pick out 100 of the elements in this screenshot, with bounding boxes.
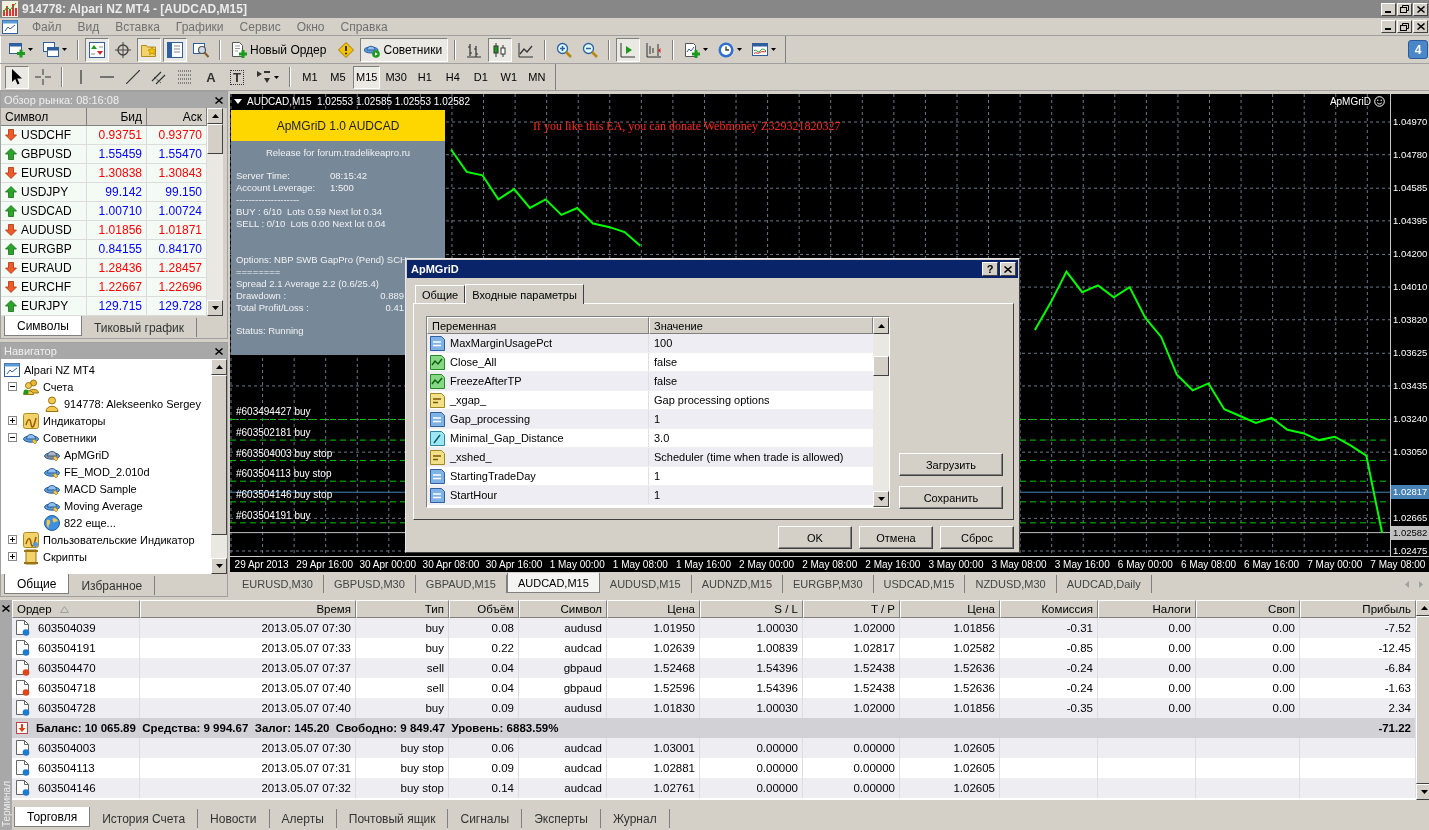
axis-label: 7 May 00:00 bbox=[1307, 558, 1363, 571]
table-cell: 0.06 bbox=[449, 738, 519, 758]
info-text: -------------------- bbox=[236, 194, 300, 206]
panel-title: Терминал bbox=[0, 780, 12, 827]
table-cell: 1.52438 bbox=[803, 658, 900, 678]
table-cell: -0.24 bbox=[1000, 658, 1098, 678]
table-cell: 0.14 bbox=[449, 778, 519, 798]
order-label: #603502181 buy bbox=[236, 427, 311, 440]
donation-notice: If you like this EA, you can donate Webmoney Z329321820327 bbox=[533, 119, 841, 134]
axis-label: 29 Apr 2013 bbox=[234, 558, 289, 571]
info-text: Release for forum.tradelikeapro.ru bbox=[265, 147, 411, 159]
axis-label: 1 May 16:00 bbox=[675, 558, 731, 571]
axis-label: 1.04200 bbox=[1393, 248, 1428, 261]
table-cell: gbpaud bbox=[519, 658, 607, 678]
table-cell: 603504039 bbox=[38, 622, 96, 634]
axis-label: 2 May 08:00 bbox=[802, 558, 858, 571]
parameter-name: Minimal_Gap_Distance bbox=[450, 432, 564, 444]
table-cell: 0.00000 bbox=[803, 738, 900, 758]
bid-price: 129.715 bbox=[87, 297, 147, 315]
order-label: #603504003 buy stop bbox=[236, 447, 333, 460]
table-cell: -0.31 bbox=[1000, 618, 1098, 638]
parameter-name: StartingTradeDay bbox=[450, 470, 536, 482]
bid-price: 0.93751 bbox=[87, 126, 147, 144]
table-cell: 0.04 bbox=[449, 658, 519, 678]
table-cell: buy stop bbox=[356, 778, 449, 798]
axis-label: 6 May 16:00 bbox=[1244, 558, 1300, 571]
table-cell: 1.01950 bbox=[607, 618, 700, 638]
table-cell: 603504191 bbox=[38, 642, 96, 654]
table-cell: 0.00 bbox=[1196, 658, 1300, 678]
table-cell: 0.00 bbox=[1098, 618, 1196, 638]
table-cell: sell bbox=[356, 658, 449, 678]
info-text: SELL : 0/10 Lots 0.00 Next lot 0.04 bbox=[236, 218, 386, 230]
axis-label: 1.04395 bbox=[1393, 214, 1428, 227]
table-cell: 603504718 bbox=[38, 682, 96, 694]
table-cell: audcad bbox=[519, 738, 607, 758]
info-title: ApMGriD 1.0 AUDCAD bbox=[231, 110, 445, 141]
axis-label: 3 May 00:00 bbox=[928, 558, 984, 571]
bid-price: 1.55459 bbox=[87, 145, 147, 163]
account-summary: Баланс: 10 065.89 Средства: 9 994.67 Залог: 145.20 Свободно: 9 849.47 Уровень: 6883.59% bbox=[36, 722, 559, 734]
table-cell: 603504146 bbox=[38, 782, 96, 794]
bid-price: 0.84155 bbox=[87, 240, 147, 258]
table-cell: 1.54396 bbox=[700, 658, 803, 678]
table-cell: 2013.05.07 07:30 bbox=[140, 618, 356, 638]
axis-label: 1.03050 bbox=[1393, 446, 1428, 459]
axis-label: 7 May 08:00 bbox=[1370, 558, 1426, 571]
parameter-name: Close_All bbox=[450, 356, 497, 368]
table-cell: 2013.05.07 07:32 bbox=[140, 778, 356, 798]
table-cell: 603504003 bbox=[38, 742, 96, 754]
axis-label: 1 May 08:00 bbox=[612, 558, 668, 571]
bid-price: 1.30838 bbox=[87, 164, 147, 182]
table-cell: 603504728 bbox=[38, 702, 96, 714]
order-label: #603504191 buy bbox=[236, 509, 311, 522]
table-cell: 1.02761 bbox=[607, 778, 700, 798]
dialog-title: ApMGriD bbox=[411, 263, 460, 275]
table-cell: 1.03001 bbox=[607, 738, 700, 758]
chart-header: AUDCAD,M15 1.02553 1.02585 1.02553 1.02582 bbox=[247, 96, 470, 107]
info-label: Total Profit/Loss : bbox=[236, 302, 309, 314]
table-cell: 0.00 bbox=[1098, 658, 1196, 678]
table-cell: 1.02000 bbox=[803, 618, 900, 638]
table-cell: 603504113 bbox=[38, 762, 95, 774]
table-cell: 603504470 bbox=[38, 662, 96, 674]
axis-label: 1.04010 bbox=[1393, 281, 1428, 294]
table-cell: 0.00000 bbox=[700, 738, 803, 758]
table-cell: 1.01856 bbox=[900, 618, 1000, 638]
table-cell: 0.00000 bbox=[700, 778, 803, 798]
table-cell: buy bbox=[356, 618, 449, 638]
axis-label: 6 May 00:00 bbox=[1117, 558, 1173, 571]
axis-label: 3 May 08:00 bbox=[991, 558, 1047, 571]
axis-label: 6 May 08:00 bbox=[1181, 558, 1236, 571]
table-cell: 0.00000 bbox=[803, 778, 900, 798]
info-label: Server Time: bbox=[236, 170, 291, 182]
info-value: 0.889 bbox=[380, 290, 404, 302]
axis-label: 1.03820 bbox=[1393, 313, 1428, 326]
table-cell: 1.52468 bbox=[607, 658, 700, 678]
bid-price: 1.22667 bbox=[87, 278, 147, 296]
bid-price: 1.28436 bbox=[87, 259, 147, 277]
order-label: #603504113 buy stop bbox=[236, 468, 332, 481]
info-text: Spread 2.1 Average 2.2 (0.6/25.4) bbox=[236, 278, 379, 290]
bid-price: 99.142 bbox=[87, 183, 147, 201]
bid-price: 1.01856 bbox=[87, 221, 147, 239]
table-cell: 2013.05.07 07:37 bbox=[140, 658, 356, 678]
table-cell: 1.02605 bbox=[900, 778, 1000, 798]
panel-title: Обзор рынка: 08:16:08 bbox=[4, 94, 120, 106]
axis-label: 1.03240 bbox=[1393, 413, 1428, 426]
table-cell: 1.02605 bbox=[900, 738, 1000, 758]
parameter-name: StartHour bbox=[450, 489, 498, 501]
info-text: ======== bbox=[236, 266, 281, 278]
axis-label: 2 May 00:00 bbox=[739, 558, 795, 571]
axis-label: 1.02665 bbox=[1393, 512, 1428, 525]
table-cell: 1.52636 bbox=[900, 658, 1000, 678]
info-value: 08:15:42 bbox=[330, 170, 367, 182]
table-cell: 0.08 bbox=[449, 618, 519, 638]
axis-label: 30 Apr 16:00 bbox=[485, 558, 543, 571]
info-text: BUY : 6/10 Lots 0.59 Next lot 0.34 bbox=[236, 206, 383, 218]
table-cell: 1.00030 bbox=[700, 618, 803, 638]
parameter-name: MaxMarginUsagePct bbox=[450, 337, 553, 349]
parameter-name: FreezeAfterTP bbox=[450, 375, 522, 387]
parameter-name: _xgap_ bbox=[450, 394, 487, 406]
table-cell: 2013.05.07 07:30 bbox=[140, 738, 356, 758]
panel-title: Навигатор bbox=[4, 345, 57, 357]
